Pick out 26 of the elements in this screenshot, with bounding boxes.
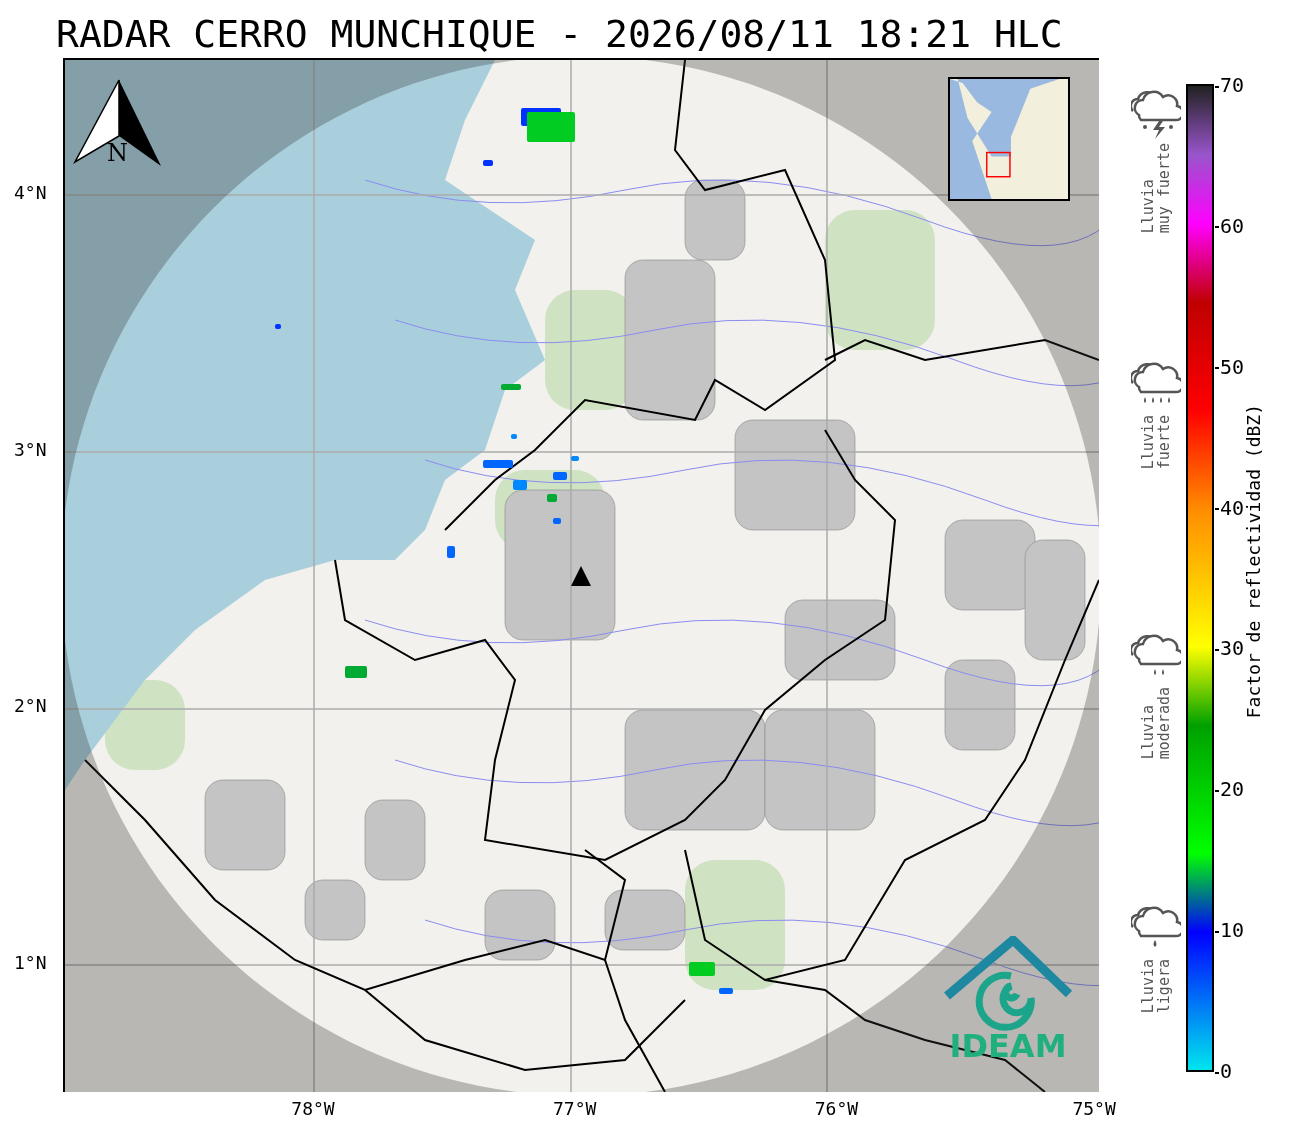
latitude-tick-label: 2°N — [14, 696, 47, 717]
colorbar-tick-label: 50 — [1215, 355, 1245, 378]
rain-category-label: Lluvia ligera — [1140, 959, 1172, 1014]
colorbar-tick-label: 0 — [1215, 1060, 1233, 1082]
rain-category-label: Lluvia moderada — [1140, 687, 1172, 760]
latitude-tick-label: 1°N — [14, 953, 47, 974]
colorbar-tick-label: 60 — [1215, 214, 1245, 237]
colorbar-tick-label: 30 — [1215, 637, 1245, 660]
logo-text: IDEAM — [949, 1029, 1067, 1063]
latitude-tick-label: 3°N — [14, 439, 47, 460]
north-arrow-icon — [73, 78, 161, 168]
colorbar-tick-label: 70 — [1215, 74, 1245, 96]
longitude-tick-label: 77°W — [553, 1098, 597, 1120]
north-label: N — [107, 140, 128, 166]
rain-category-label: Lluvia fuerte — [1140, 415, 1172, 470]
colorbar-tick-label: 10 — [1215, 919, 1245, 942]
colorbar-tick-label: 20 — [1215, 778, 1245, 801]
longitude-tick-label: 75°W — [1072, 1098, 1116, 1120]
latitude-tick-label: 4°N — [14, 183, 47, 203]
rain-category-label: Lluvia muy fuerte — [1140, 143, 1172, 234]
logo-eye-house-icon — [943, 936, 1073, 1031]
colorbar-axis-label: Factor de reflectividad (dBZ) — [1244, 404, 1264, 719]
colorbar-tick-label: 40 — [1215, 496, 1245, 519]
longitude-tick-label: 76°W — [814, 1098, 859, 1120]
longitude-tick-label: 78°W — [291, 1098, 335, 1120]
radar-title: RADAR CERRO MUNCHIQUE - 2026/08/11 18:21 HLC — [56, 11, 1063, 58]
